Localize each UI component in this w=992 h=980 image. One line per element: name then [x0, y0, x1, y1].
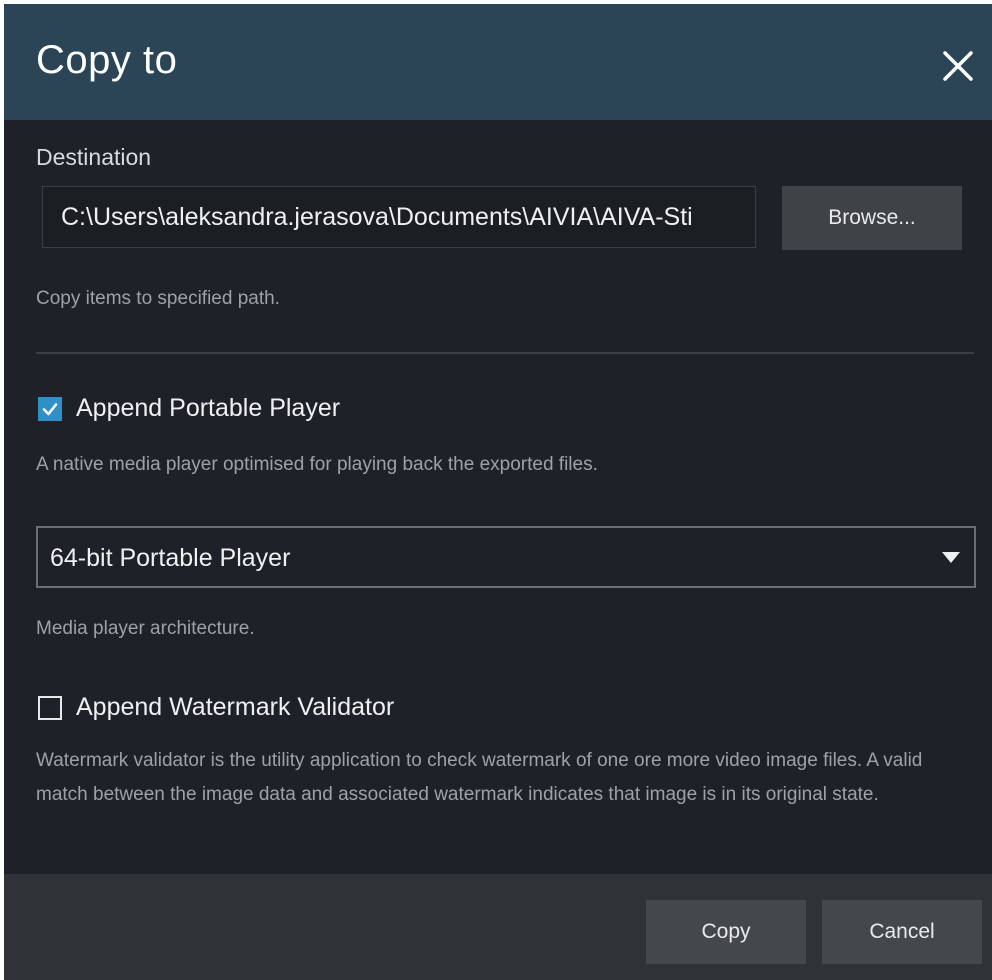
chevron-down-icon: [942, 552, 960, 563]
append-watermark-validator-checkbox[interactable]: [38, 695, 62, 720]
append-watermark-validator-checkbox-row[interactable]: Append Watermark Validator: [38, 693, 394, 722]
destination-hint: Copy items to specified path.: [36, 288, 280, 309]
section-divider: [36, 352, 974, 354]
player-architecture-value: 64-bit Portable Player: [50, 544, 291, 572]
destination-path-input[interactable]: C:\Users\aleksandra.jerasova\Documents\A…: [42, 186, 756, 248]
close-icon: [943, 51, 973, 81]
append-portable-player-checkbox[interactable]: [38, 396, 62, 421]
destination-label: Destination: [36, 144, 152, 170]
portable-player-hint: A native media player optimised for play…: [36, 454, 598, 475]
player-architecture-select[interactable]: 64-bit Portable Player: [36, 526, 976, 588]
dialog-footer: Copy Cancel: [4, 874, 992, 980]
checkmark-icon: [42, 402, 58, 415]
close-button[interactable]: [940, 48, 976, 84]
player-architecture-hint: Media player architecture.: [36, 618, 255, 639]
browse-button[interactable]: Browse...: [782, 186, 962, 250]
cancel-button[interactable]: Cancel: [822, 900, 982, 964]
dialog-title: Copy to: [36, 38, 178, 82]
append-watermark-validator-label: Append Watermark Validator: [76, 693, 395, 721]
copy-button[interactable]: Copy: [646, 900, 806, 964]
append-portable-player-label: Append Portable Player: [76, 394, 341, 422]
watermark-validator-description: Watermark validator is the utility appli…: [36, 750, 923, 805]
dialog-title-bar: Copy to: [4, 4, 992, 120]
append-portable-player-checkbox-row[interactable]: Append Portable Player: [38, 394, 340, 423]
copy-to-dialog: Copy to Destination C:\Users\aleksandra.…: [4, 4, 992, 980]
